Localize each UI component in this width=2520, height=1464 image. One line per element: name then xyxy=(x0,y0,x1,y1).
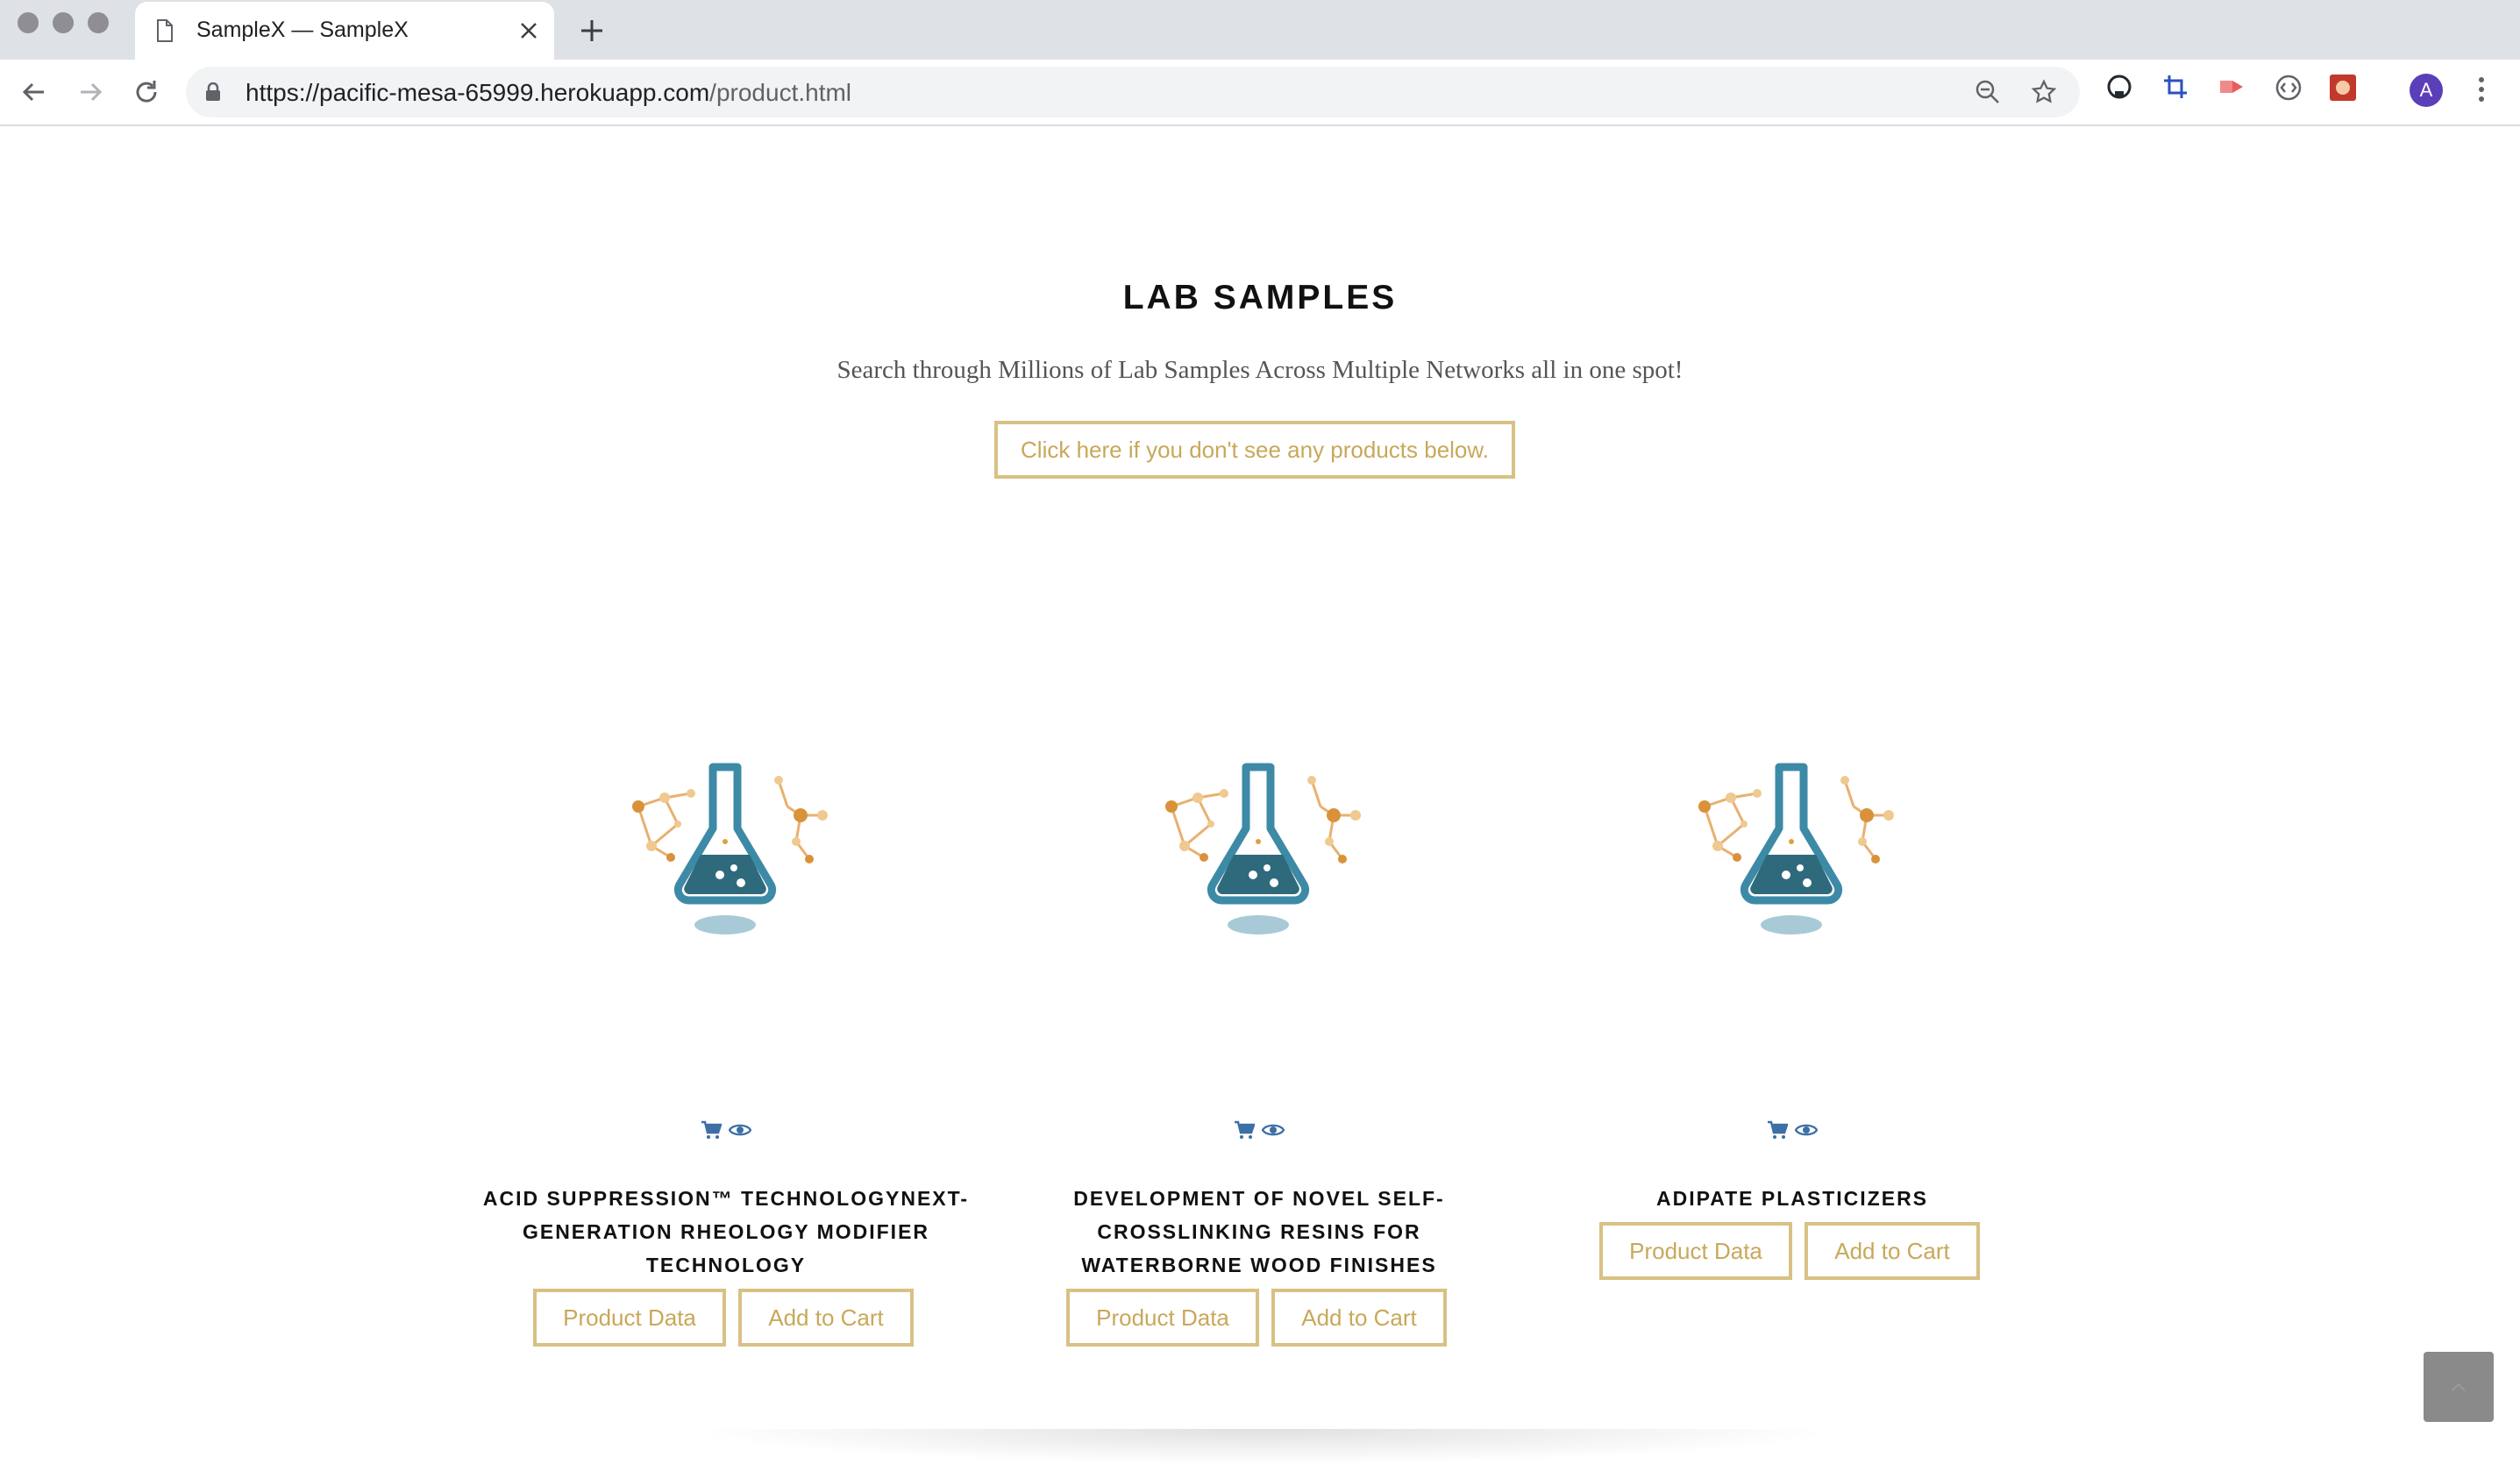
product-quick-actions xyxy=(1014,1120,1505,1144)
footer-shadow xyxy=(684,1429,1841,1464)
product-data-button[interactable]: Product Data xyxy=(1599,1222,1792,1280)
product-title[interactable]: ADIPATE PLASTICIZERS xyxy=(1547,1182,2038,1215)
eye-icon[interactable] xyxy=(1261,1122,1285,1142)
eye-icon[interactable] xyxy=(728,1122,752,1142)
add-to-cart-button[interactable]: Add to Cart xyxy=(738,1289,914,1347)
back-arrow-icon[interactable] xyxy=(19,77,49,107)
url-text: https://pacific-mesa-65999.herokuapp.com… xyxy=(246,79,851,107)
lab-flask-image xyxy=(632,763,828,935)
tab-title: SampleX — SampleX xyxy=(196,18,409,42)
product-quick-actions xyxy=(1547,1120,2038,1144)
minimize-window-button[interactable] xyxy=(53,12,74,33)
code-extension-icon[interactable] xyxy=(2274,74,2303,102)
url-path: /product.html xyxy=(709,79,852,106)
profile-avatar[interactable]: A xyxy=(2410,74,2443,107)
forward-arrow-icon[interactable] xyxy=(75,77,105,107)
browser-tab[interactable]: SampleX — SampleX xyxy=(135,2,554,60)
lab-flask-image xyxy=(1165,763,1361,935)
reload-icon[interactable] xyxy=(132,77,161,107)
close-icon[interactable] xyxy=(519,21,538,40)
github-extension-icon[interactable] xyxy=(2106,74,2132,100)
missing-products-button[interactable]: Click here if you don't see any products… xyxy=(994,421,1515,479)
add-to-cart-button[interactable]: Add to Cart xyxy=(1805,1222,1980,1280)
chevron-up-icon xyxy=(2452,1382,2466,1391)
lock-icon xyxy=(206,82,220,101)
eye-icon[interactable] xyxy=(1794,1122,1819,1142)
product-quick-actions xyxy=(481,1120,972,1144)
new-tab-icon[interactable] xyxy=(579,18,605,44)
image-extension-icon[interactable] xyxy=(2329,74,2357,102)
product-card: ADIPATE PLASTICIZERS Product Data Add to… xyxy=(1547,754,2038,1368)
product-title[interactable]: ACID SUPPRESSION™ TECHNOLOGYNEXT-GENERAT… xyxy=(481,1182,972,1282)
page-title: LAB SAMPLES xyxy=(1122,279,1398,316)
add-to-cart-button[interactable]: Add to Cart xyxy=(1271,1289,1447,1347)
browser-tab-strip: SampleX — SampleX xyxy=(0,0,2520,60)
product-title[interactable]: DEVELOPMENT OF NOVEL SELF-CROSSLINKING R… xyxy=(1014,1182,1505,1282)
product-card: ACID SUPPRESSION™ TECHNOLOGYNEXT-GENERAT… xyxy=(481,754,972,1368)
lab-flask-image xyxy=(1698,763,1894,935)
product-data-button[interactable]: Product Data xyxy=(1066,1289,1259,1347)
more-menu-icon[interactable] xyxy=(2476,75,2487,103)
bookmark-star-icon[interactable] xyxy=(2031,79,2057,105)
maximize-window-button[interactable] xyxy=(88,12,109,33)
crop-extension-icon[interactable] xyxy=(2162,74,2189,100)
product-data-button[interactable]: Product Data xyxy=(533,1289,726,1347)
close-window-button[interactable] xyxy=(18,12,39,33)
browser-toolbar: https://pacific-mesa-65999.herokuapp.com… xyxy=(0,60,2520,126)
shopping-cart-icon[interactable] xyxy=(1234,1120,1256,1144)
product-card: DEVELOPMENT OF NOVEL SELF-CROSSLINKING R… xyxy=(1014,754,1505,1368)
screencast-extension-icon[interactable] xyxy=(2218,74,2246,100)
zoom-out-icon[interactable] xyxy=(1975,79,2001,105)
url-host: https://pacific-mesa-65999.herokuapp.com xyxy=(246,79,710,106)
shopping-cart-icon[interactable] xyxy=(1767,1120,1789,1144)
address-bar[interactable]: https://pacific-mesa-65999.herokuapp.com… xyxy=(186,67,2080,117)
document-icon xyxy=(157,19,173,42)
back-to-top-button[interactable] xyxy=(2424,1352,2494,1422)
shopping-cart-icon[interactable] xyxy=(701,1120,723,1144)
page-subtitle: Search through Millions of Lab Samples A… xyxy=(836,356,1684,384)
